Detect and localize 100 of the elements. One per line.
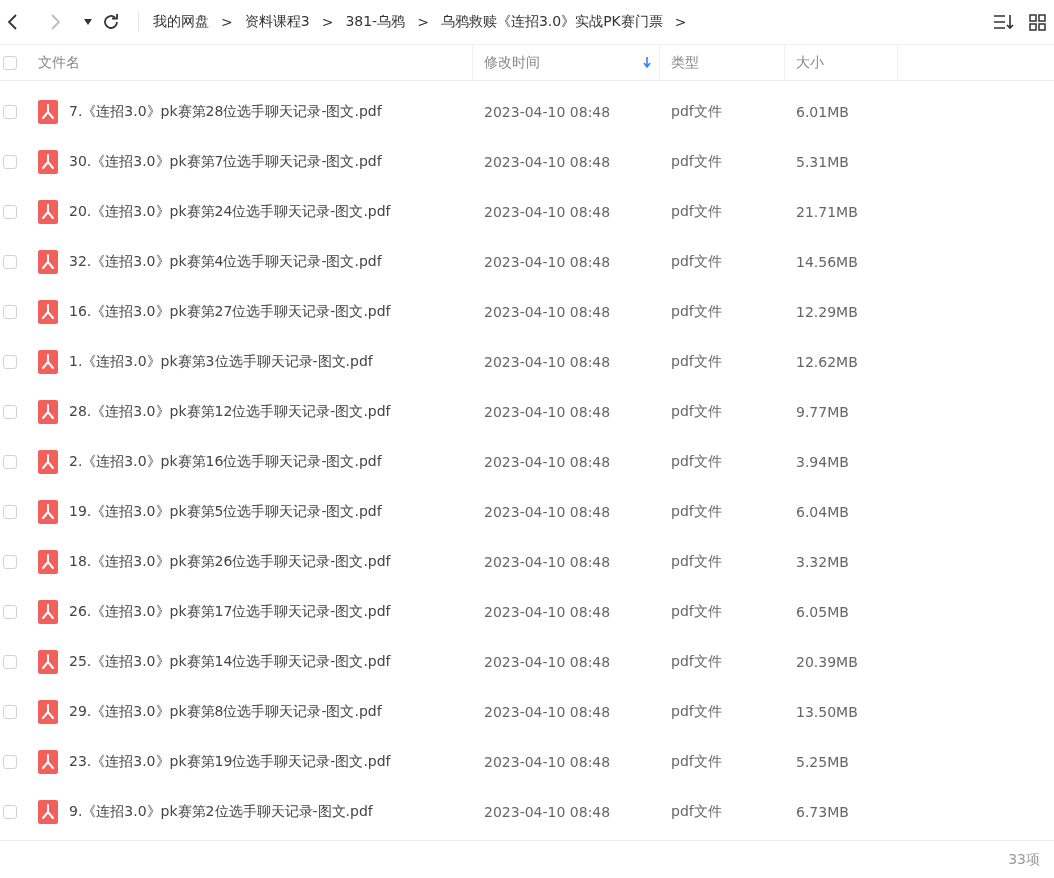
file-size: 6.73MB [796,804,849,820]
modified-time: 2023-04-10 08:48 [484,554,611,570]
item-count: 33项 [1008,850,1040,869]
breadcrumb-separator: > [417,14,429,30]
pdf-file-icon [38,300,58,324]
checkbox[interactable] [3,255,17,269]
file-type: pdf文件 [671,803,722,821]
checkbox[interactable] [3,155,17,169]
pdf-file-icon [38,700,58,724]
dropdown-caret-icon[interactable] [84,19,92,25]
checkbox[interactable] [3,555,17,569]
modified-time: 2023-04-10 08:48 [484,404,611,420]
pdf-file-icon [38,550,58,574]
checkbox[interactable] [3,305,17,319]
file-type: pdf文件 [671,703,722,721]
file-size: 20.39MB [796,654,858,670]
file-size: 5.31MB [796,154,849,170]
file-type: pdf文件 [671,353,722,371]
file-type: pdf文件 [671,453,722,471]
file-name[interactable]: 25.《连招3.0》pk赛第14位选手聊天记录-图文.pdf [69,653,391,671]
pdf-file-icon [38,200,58,224]
pdf-file-icon [38,350,58,374]
modified-time: 2023-04-10 08:48 [484,104,611,120]
sort-list-icon[interactable] [993,14,1015,30]
file-size: 5.25MB [796,754,849,770]
pdf-file-icon [38,500,58,524]
checkbox[interactable] [3,705,17,719]
modified-time: 2023-04-10 08:48 [484,504,611,520]
file-name[interactable]: 28.《连招3.0》pk赛第12位选手聊天记录-图文.pdf [69,403,391,421]
column-header[interactable]: 文件名 [38,53,80,72]
file-size: 9.77MB [796,404,849,420]
file-type: pdf文件 [671,503,722,521]
file-name[interactable]: 7.《连招3.0》pk赛第28位选手聊天记录-图文.pdf [69,103,382,121]
modified-time: 2023-04-10 08:48 [484,254,611,270]
checkbox[interactable] [3,505,17,519]
file-type: pdf文件 [671,103,722,121]
file-type: pdf文件 [671,153,722,171]
checkbox[interactable] [3,755,17,769]
file-size: 21.71MB [796,204,858,220]
modified-time: 2023-04-10 08:48 [484,754,611,770]
file-name[interactable]: 9.《连招3.0》pk赛第2位选手聊天记录-图文.pdf [69,803,373,821]
file-type: pdf文件 [671,653,722,671]
column-header[interactable]: 大小 [796,53,824,72]
checkbox[interactable] [3,455,17,469]
checkbox[interactable] [3,105,17,119]
file-name[interactable]: 18.《连招3.0》pk赛第26位选手聊天记录-图文.pdf [69,553,391,571]
modified-time: 2023-04-10 08:48 [484,154,611,170]
file-type: pdf文件 [671,753,722,771]
file-size: 13.50MB [796,704,858,720]
file-name[interactable]: 32.《连招3.0》pk赛第4位选手聊天记录-图文.pdf [69,253,382,271]
file-name[interactable]: 30.《连招3.0》pk赛第7位选手聊天记录-图文.pdf [69,153,382,171]
file-size: 3.94MB [796,454,849,470]
file-size: 6.05MB [796,604,849,620]
checkbox[interactable] [3,405,17,419]
pdf-file-icon [38,100,58,124]
checkbox[interactable] [3,655,17,669]
column-header[interactable]: 类型 [671,53,699,72]
file-type: pdf文件 [671,303,722,321]
pdf-file-icon [38,450,58,474]
column-header[interactable]: 修改时间 [484,53,540,72]
modified-time: 2023-04-10 08:48 [484,204,611,220]
pdf-file-icon [38,750,58,774]
file-name[interactable]: 23.《连招3.0》pk赛第19位选手聊天记录-图文.pdf [69,753,391,771]
file-name[interactable]: 2.《连招3.0》pk赛第16位选手聊天记录-图文.pdf [69,453,382,471]
file-type: pdf文件 [671,553,722,571]
back-icon[interactable] [6,13,20,31]
pdf-file-icon [38,650,58,674]
refresh-icon[interactable] [102,13,120,31]
checkbox[interactable] [3,605,17,619]
breadcrumb-link[interactable]: 381-乌鸦 [345,13,406,31]
file-type: pdf文件 [671,203,722,221]
pdf-file-icon [38,250,58,274]
sort-arrow-icon [643,57,651,68]
file-size: 6.01MB [796,104,849,120]
checkbox[interactable] [3,355,17,369]
breadcrumb-separator: > [221,14,233,30]
file-name[interactable]: 19.《连招3.0》pk赛第5位选手聊天记录-图文.pdf [69,503,382,521]
file-size: 3.32MB [796,554,849,570]
file-type: pdf文件 [671,253,722,271]
grid-view-icon[interactable] [1029,13,1046,31]
file-name[interactable]: 1.《连招3.0》pk赛第3位选手聊天记录-图文.pdf [69,353,373,371]
file-name[interactable]: 20.《连招3.0》pk赛第24位选手聊天记录-图文.pdf [69,203,391,221]
file-size: 12.62MB [796,354,858,370]
checkbox[interactable] [3,805,17,819]
checkbox[interactable] [3,205,17,219]
pdf-file-icon [38,400,58,424]
checkbox[interactable] [3,55,17,70]
file-name[interactable]: 29.《连招3.0》pk赛第8位选手聊天记录-图文.pdf [69,703,382,721]
modified-time: 2023-04-10 08:48 [484,454,611,470]
modified-time: 2023-04-10 08:48 [484,804,611,820]
forward-icon[interactable] [48,13,62,31]
breadcrumb-link[interactable]: 乌鸦救赎《连招3.0》实战PK赛门票 [440,13,663,31]
file-name[interactable]: 26.《连招3.0》pk赛第17位选手聊天记录-图文.pdf [69,603,391,621]
modified-time: 2023-04-10 08:48 [484,604,611,620]
file-size: 14.56MB [796,254,858,270]
file-type: pdf文件 [671,603,722,621]
breadcrumb-link[interactable]: 资料课程3 [244,13,310,31]
breadcrumb-link[interactable]: 我的网盘 [153,13,209,31]
file-name[interactable]: 16.《连招3.0》pk赛第27位选手聊天记录-图文.pdf [69,303,391,321]
file-size: 12.29MB [796,304,858,320]
